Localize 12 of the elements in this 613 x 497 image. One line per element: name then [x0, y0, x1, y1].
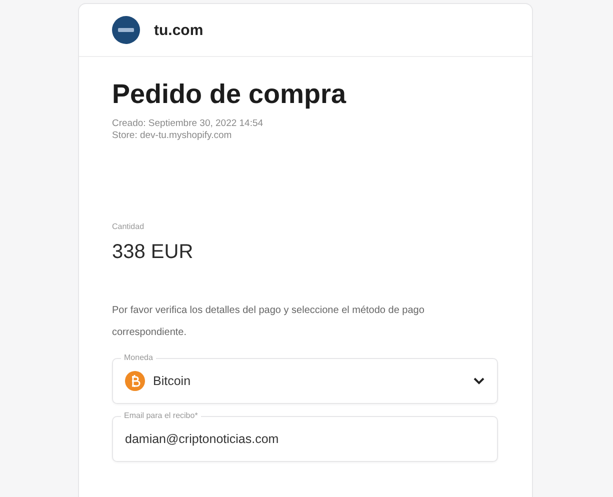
amount-value: 338 EUR	[112, 241, 194, 264]
bitcoin-icon	[125, 371, 145, 391]
created-date: Creado: Septiembre 30, 2022 14:54	[112, 118, 264, 130]
chevron-down-icon	[473, 377, 485, 385]
instructions-text: Por favor verifica los detalles del pago y seleccione el método de pago correspondiente.	[112, 304, 426, 340]
page-title: Pedido de compra	[112, 79, 348, 110]
store-logo	[112, 16, 140, 44]
store-name: tu.com	[154, 22, 204, 38]
amount-label: Cantidad	[112, 222, 146, 231]
field-label: Moneda	[121, 353, 156, 362]
field-label: Email para el recibo*	[121, 411, 201, 420]
store-url: Store: dev-tu.myshopify.com	[112, 130, 233, 142]
